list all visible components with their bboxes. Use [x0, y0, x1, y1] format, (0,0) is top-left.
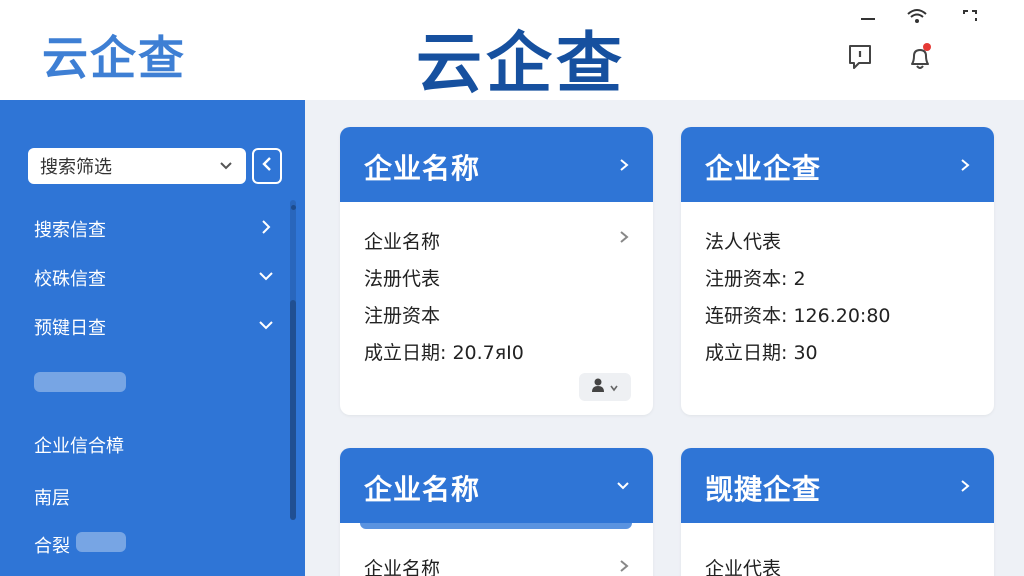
sidebar-item-verify[interactable]: 校硃信查	[34, 265, 106, 291]
sidebar-scrollbar-thumb[interactable]	[290, 300, 296, 520]
restore-icon[interactable]	[960, 6, 980, 30]
feedback-icon[interactable]	[845, 42, 875, 72]
company-card[interactable]: 企业名称 企业名称 法册代表 注册资本 成立日期: 20.7яI0	[340, 127, 653, 415]
card-expand-band	[360, 523, 632, 529]
minimize-icon[interactable]	[858, 6, 878, 30]
search-filter-select[interactable]: 搜索筛选	[28, 148, 246, 184]
brand-title: 云企查	[416, 25, 626, 102]
card-title: 企业名称	[364, 473, 481, 506]
search-filter-label: 搜索筛选	[40, 157, 112, 178]
card-header: 企业企查	[681, 127, 994, 202]
card-header: 企业名称	[340, 127, 653, 202]
sidebar-item-label: 预键日查	[34, 318, 106, 339]
field-registered-capital: 注册资本	[364, 305, 441, 327]
field-legal-rep: 法人代表	[705, 231, 782, 253]
sidebar-item-label: 南层	[34, 488, 70, 509]
user-dropdown-chip[interactable]	[579, 373, 631, 401]
field-established-date: 成立日期: 20.7яI0	[364, 342, 524, 364]
loading-placeholder	[76, 532, 126, 552]
chevron-right-icon[interactable]	[617, 227, 631, 251]
app-header: 云企查 云企查	[0, 0, 1024, 102]
sidebar-item-search[interactable]: 搜索信查	[34, 216, 106, 242]
field-established-date: 成立日期: 30	[705, 342, 818, 364]
company-card[interactable]: 企业企查 法人代表 注册资本: 2 连研资本: 126.20:80 成立日期: …	[681, 127, 994, 415]
sidebar-item-label: 搜索信查	[34, 220, 106, 241]
sidebar-item-label: 企业信合樟	[34, 436, 124, 457]
card-header: 企业名称	[340, 448, 653, 523]
chevron-right-icon[interactable]	[617, 556, 631, 576]
chevron-right-icon[interactable]	[258, 218, 274, 240]
app-logo[interactable]: 云企查	[42, 22, 186, 88]
chevron-down-icon[interactable]	[258, 316, 274, 338]
chevron-down-icon	[609, 378, 619, 397]
field-registered-capital: 注册资本: 2	[705, 268, 806, 290]
company-card[interactable]: 觊揵企查 企业代表	[681, 448, 994, 576]
sidebar-collapse-button[interactable]	[252, 148, 282, 184]
sidebar-item-enterprise[interactable]: 企业信合樟	[34, 432, 124, 458]
field-paid-capital: 连研资本: 126.20:80	[705, 305, 891, 327]
field-company-name: 企业名称	[364, 231, 441, 253]
sidebar-item-label: 校硃信查	[34, 269, 106, 290]
card-title: 企业名称	[364, 152, 481, 185]
user-icon	[591, 377, 605, 397]
chevron-right-icon[interactable]	[958, 476, 972, 500]
sidebar-item-merge[interactable]: 合裂	[34, 532, 70, 558]
loading-placeholder	[34, 372, 126, 392]
field-legal-rep: 法册代表	[364, 268, 441, 290]
card-title: 企业企查	[705, 152, 822, 185]
field-company-name: 企业名称	[364, 558, 441, 576]
company-card[interactable]: 企业名称 企业名称	[340, 448, 653, 576]
scrollbar-top-indicator	[291, 205, 296, 210]
chevron-down-icon[interactable]	[258, 267, 274, 289]
sidebar-item-label: 合裂	[34, 536, 70, 557]
chevron-down-icon	[216, 155, 236, 180]
chevron-right-icon[interactable]	[617, 155, 631, 179]
sidebar-item-south[interactable]: 南层	[34, 484, 70, 510]
chevron-right-icon[interactable]	[958, 155, 972, 179]
card-title: 觊揵企查	[705, 473, 822, 506]
notification-bell-icon[interactable]	[905, 42, 935, 72]
wifi-icon	[906, 6, 928, 30]
card-header: 觊揵企查	[681, 448, 994, 523]
sidebar: 搜索筛选 搜索信查 校硃信查 预键日查 企业信合樟 南层 合裂	[0, 100, 305, 576]
chevron-left-icon	[260, 155, 274, 177]
sidebar-item-preview[interactable]: 预键日查	[34, 314, 106, 340]
field-company-rep: 企业代表	[705, 558, 782, 576]
chevron-down-icon[interactable]	[615, 476, 631, 500]
